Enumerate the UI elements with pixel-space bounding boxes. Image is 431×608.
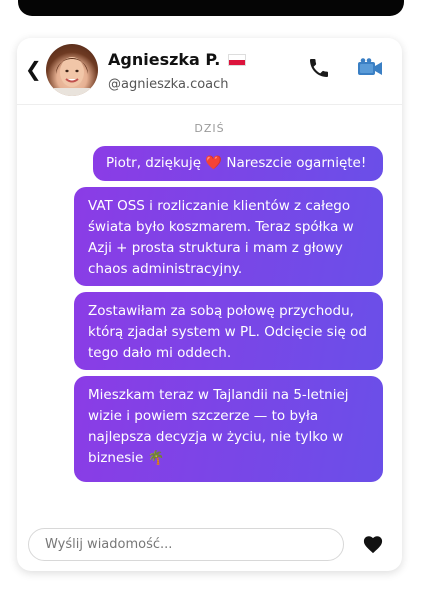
chat-window: ❮ Agnieszka P. @agnieszka.coach DZIŚ Pio… — [17, 38, 402, 571]
poland-flag-icon — [228, 53, 247, 66]
top-bar — [18, 0, 404, 16]
phone-icon[interactable] — [307, 56, 331, 84]
avatar[interactable] — [46, 44, 98, 96]
message-bubble: Mieszkam teraz w Tajlandii na 5-letniej … — [74, 376, 383, 482]
chat-header: ❮ Agnieszka P. @agnieszka.coach — [17, 38, 402, 105]
video-camera-icon[interactable] — [357, 58, 383, 82]
message-bubble: Piotr, dziękuję ❤️ Nareszcie ogarnięte! — [93, 146, 383, 181]
contact-handle: @agnieszka.coach — [108, 77, 229, 92]
message-bubble: VAT OSS i rozliczanie klientów z całego … — [74, 187, 383, 286]
back-chevron-icon[interactable]: ❮ — [25, 58, 42, 80]
heart-icon[interactable] — [362, 534, 384, 558]
message-input[interactable] — [28, 528, 344, 561]
contact-name-row: Agnieszka P. — [108, 50, 247, 69]
message-bubble: Zostawiłam za sobą połowę przychodu, któ… — [74, 292, 383, 370]
day-separator: DZIŚ — [194, 122, 225, 135]
contact-name: Agnieszka P. — [108, 50, 221, 69]
